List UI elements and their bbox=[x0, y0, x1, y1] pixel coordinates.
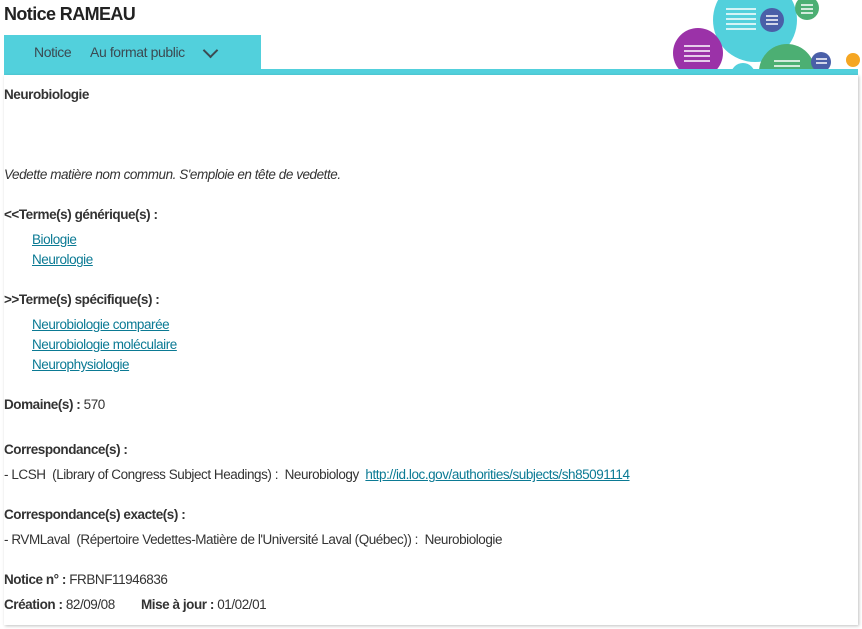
generic-term-link[interactable]: Biologie bbox=[32, 232, 77, 247]
notice-number-label: Notice n° : bbox=[4, 572, 66, 587]
lcsh-link[interactable]: http://id.loc.gov/authorities/subjects/s… bbox=[365, 467, 630, 482]
record-panel: Neurobiologie Vedette matière nom commun… bbox=[4, 75, 858, 625]
update-row: Mise à jour : 01/02/01 bbox=[141, 597, 267, 612]
creation-date: 82/09/08 bbox=[65, 597, 115, 612]
scope-note: Vedette matière nom commun. S'emploie en… bbox=[4, 167, 341, 182]
record-heading: Neurobiologie bbox=[4, 87, 89, 102]
chevron-down-icon[interactable] bbox=[202, 42, 219, 59]
correspondence-row: - LCSH (Library of Congress Subject Head… bbox=[4, 467, 630, 482]
notice-number: FRBNF11946836 bbox=[69, 572, 168, 587]
specific-terms-label: >>Terme(s) spécifique(s) : bbox=[4, 292, 160, 307]
exact-correspondence-label: Correspondance(s) exacte(s) : bbox=[4, 507, 186, 522]
generic-term-link[interactable]: Neurologie bbox=[32, 252, 93, 267]
update-date: 01/02/01 bbox=[217, 597, 267, 612]
domain-value: 570 bbox=[83, 397, 106, 412]
format-select[interactable]: Au format public bbox=[90, 44, 185, 60]
exact-correspondence-text: - RVMLaval (Répertoire Vedettes-Matière … bbox=[4, 532, 503, 547]
specific-term-link[interactable]: Neurobiologie comparée bbox=[32, 317, 170, 332]
specific-term-link[interactable]: Neurophysiologie bbox=[32, 357, 130, 372]
domain-label: Domaine(s) : bbox=[4, 397, 81, 412]
domain-row: Domaine(s) : 570 bbox=[4, 397, 105, 412]
generic-terms-label: <<Terme(s) générique(s) : bbox=[4, 207, 158, 222]
notice-number-row: Notice n° : FRBNF11946836 bbox=[4, 572, 168, 587]
update-label: Mise à jour : bbox=[141, 597, 214, 612]
specific-term-link[interactable]: Neurobiologie moléculaire bbox=[32, 337, 177, 352]
speech-bubbles-logo bbox=[673, 0, 860, 72]
tab-bar: Notice Au format public bbox=[4, 35, 261, 71]
tab-notice[interactable]: Notice bbox=[34, 44, 72, 60]
page-title: Notice RAMEAU bbox=[4, 4, 136, 24]
creation-row: Création : 82/09/08 bbox=[4, 597, 115, 612]
correspondence-text: - LCSH (Library of Congress Subject Head… bbox=[4, 467, 359, 482]
creation-label: Création : bbox=[4, 597, 63, 612]
correspondence-label: Correspondance(s) : bbox=[4, 442, 128, 457]
